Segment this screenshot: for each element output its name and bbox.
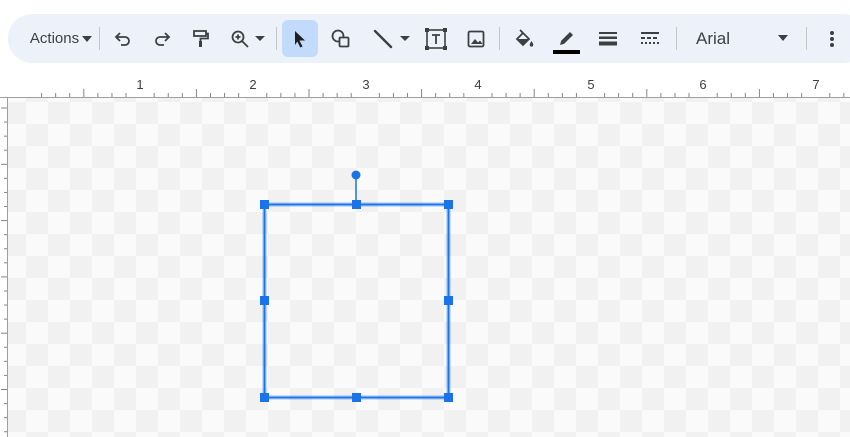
resize-handle[interactable] xyxy=(260,296,269,305)
resize-handle[interactable] xyxy=(352,393,361,402)
resize-handle[interactable] xyxy=(352,200,361,209)
resize-handle[interactable] xyxy=(260,393,269,402)
shape-layer xyxy=(260,170,453,402)
resize-handle[interactable] xyxy=(444,200,453,209)
rotation-handle[interactable] xyxy=(351,170,361,180)
resize-handle[interactable] xyxy=(444,296,453,305)
resize-handle[interactable] xyxy=(444,393,453,402)
rectangle-shape[interactable] xyxy=(263,203,450,399)
resize-handle[interactable] xyxy=(260,200,269,209)
selection-outline xyxy=(262,202,451,400)
